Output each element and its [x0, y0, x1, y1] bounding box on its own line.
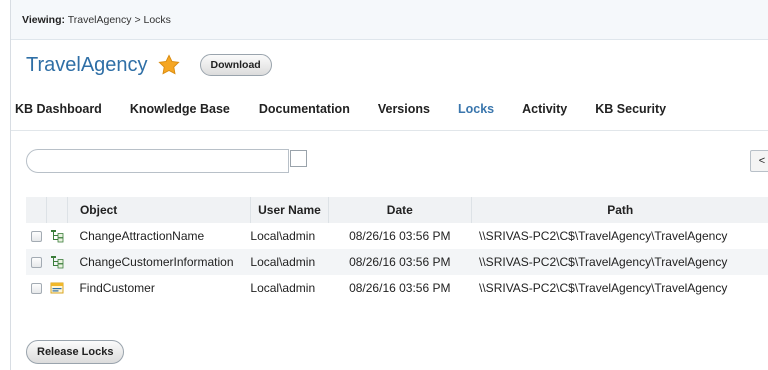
kb-header: TravelAgency Download [26, 50, 272, 80]
tab-documentation[interactable]: Documentation [259, 102, 350, 116]
tab-versions[interactable]: Versions [378, 102, 430, 116]
lock-date: 08/26/16 03:56 PM [349, 281, 451, 295]
page-title: TravelAgency [26, 53, 148, 76]
download-button[interactable]: Download [199, 54, 272, 76]
breadcrumb-path[interactable]: TravelAgency > Locks [68, 14, 171, 26]
object-name[interactable]: FindCustomer [67, 275, 250, 301]
tab-activity[interactable]: Activity [522, 102, 567, 116]
user-name: Local\admin [250, 249, 329, 275]
row-checkbox-cell [26, 223, 47, 249]
page: Viewing: TravelAgency > Locks TravelAgen… [10, 0, 768, 370]
tab-kb-security[interactable]: KB Security [595, 102, 666, 116]
tab-knowledge-base[interactable]: Knowledge Base [130, 102, 230, 116]
table-row: FindCustomer Local\admin 08/26/16 03:56 … [26, 275, 768, 301]
search-option-checkbox[interactable] [290, 150, 307, 167]
column-header-user-name[interactable]: User Name [249, 197, 329, 223]
procedure-icon [51, 230, 64, 243]
row-icon-cell [47, 275, 68, 301]
table-row: ChangeAttractionName Local\admin 08/26/1… [26, 223, 768, 249]
star-icon[interactable] [157, 54, 180, 76]
lock-date: 08/26/16 03:56 PM [349, 229, 451, 243]
user-name: Local\admin [250, 281, 316, 295]
table-header-row: Object User Name Date Path [26, 197, 768, 223]
row-checkbox-cell [26, 275, 47, 301]
tab-kb-dashboard[interactable]: KB Dashboard [15, 102, 102, 116]
row-checkbox[interactable] [30, 256, 42, 268]
webpanel-icon [50, 282, 64, 294]
column-header-path[interactable]: Path [470, 197, 768, 223]
column-header-type [46, 197, 68, 223]
breadcrumb-label: Viewing: [22, 14, 65, 26]
main-tabs: KB Dashboard Knowledge Base Documentatio… [11, 88, 768, 131]
search-input[interactable] [26, 149, 289, 173]
row-checkbox[interactable] [30, 282, 42, 294]
release-locks-button[interactable]: Release Locks [26, 340, 125, 364]
tab-locks[interactable]: Locks [458, 102, 494, 116]
breadcrumb: Viewing: TravelAgency > Locks [11, 0, 768, 40]
row-checkbox[interactable] [30, 230, 42, 242]
row-icon-cell [47, 223, 68, 249]
object-name[interactable]: ChangeCustomerInformation [67, 249, 251, 275]
locks-table: Object User Name Date Path ChangeAttract… [26, 197, 768, 301]
previous-page-button[interactable]: < [750, 150, 768, 172]
procedure-icon [51, 256, 64, 269]
lock-date: 08/26/16 03:56 PM [328, 249, 472, 275]
row-icon-cell [46, 249, 68, 275]
object-path: \\SRIVAS-PC2\C$\TravelAgency\TravelAgenc… [479, 281, 728, 295]
column-header-object[interactable]: Object [66, 197, 251, 223]
object-path: \\SRIVAS-PC2\C$\TravelAgency\TravelAgenc… [479, 229, 728, 243]
user-name: Local\admin [250, 229, 316, 243]
column-header-date[interactable]: Date [328, 197, 472, 223]
object-name[interactable]: ChangeAttractionName [67, 223, 250, 249]
column-header-select [26, 197, 47, 223]
row-checkbox-cell [26, 249, 47, 275]
object-path: \\SRIVAS-PC2\C$\TravelAgency\TravelAgenc… [471, 249, 768, 275]
table-row: ChangeCustomerInformation Local\admin 08… [26, 249, 768, 275]
